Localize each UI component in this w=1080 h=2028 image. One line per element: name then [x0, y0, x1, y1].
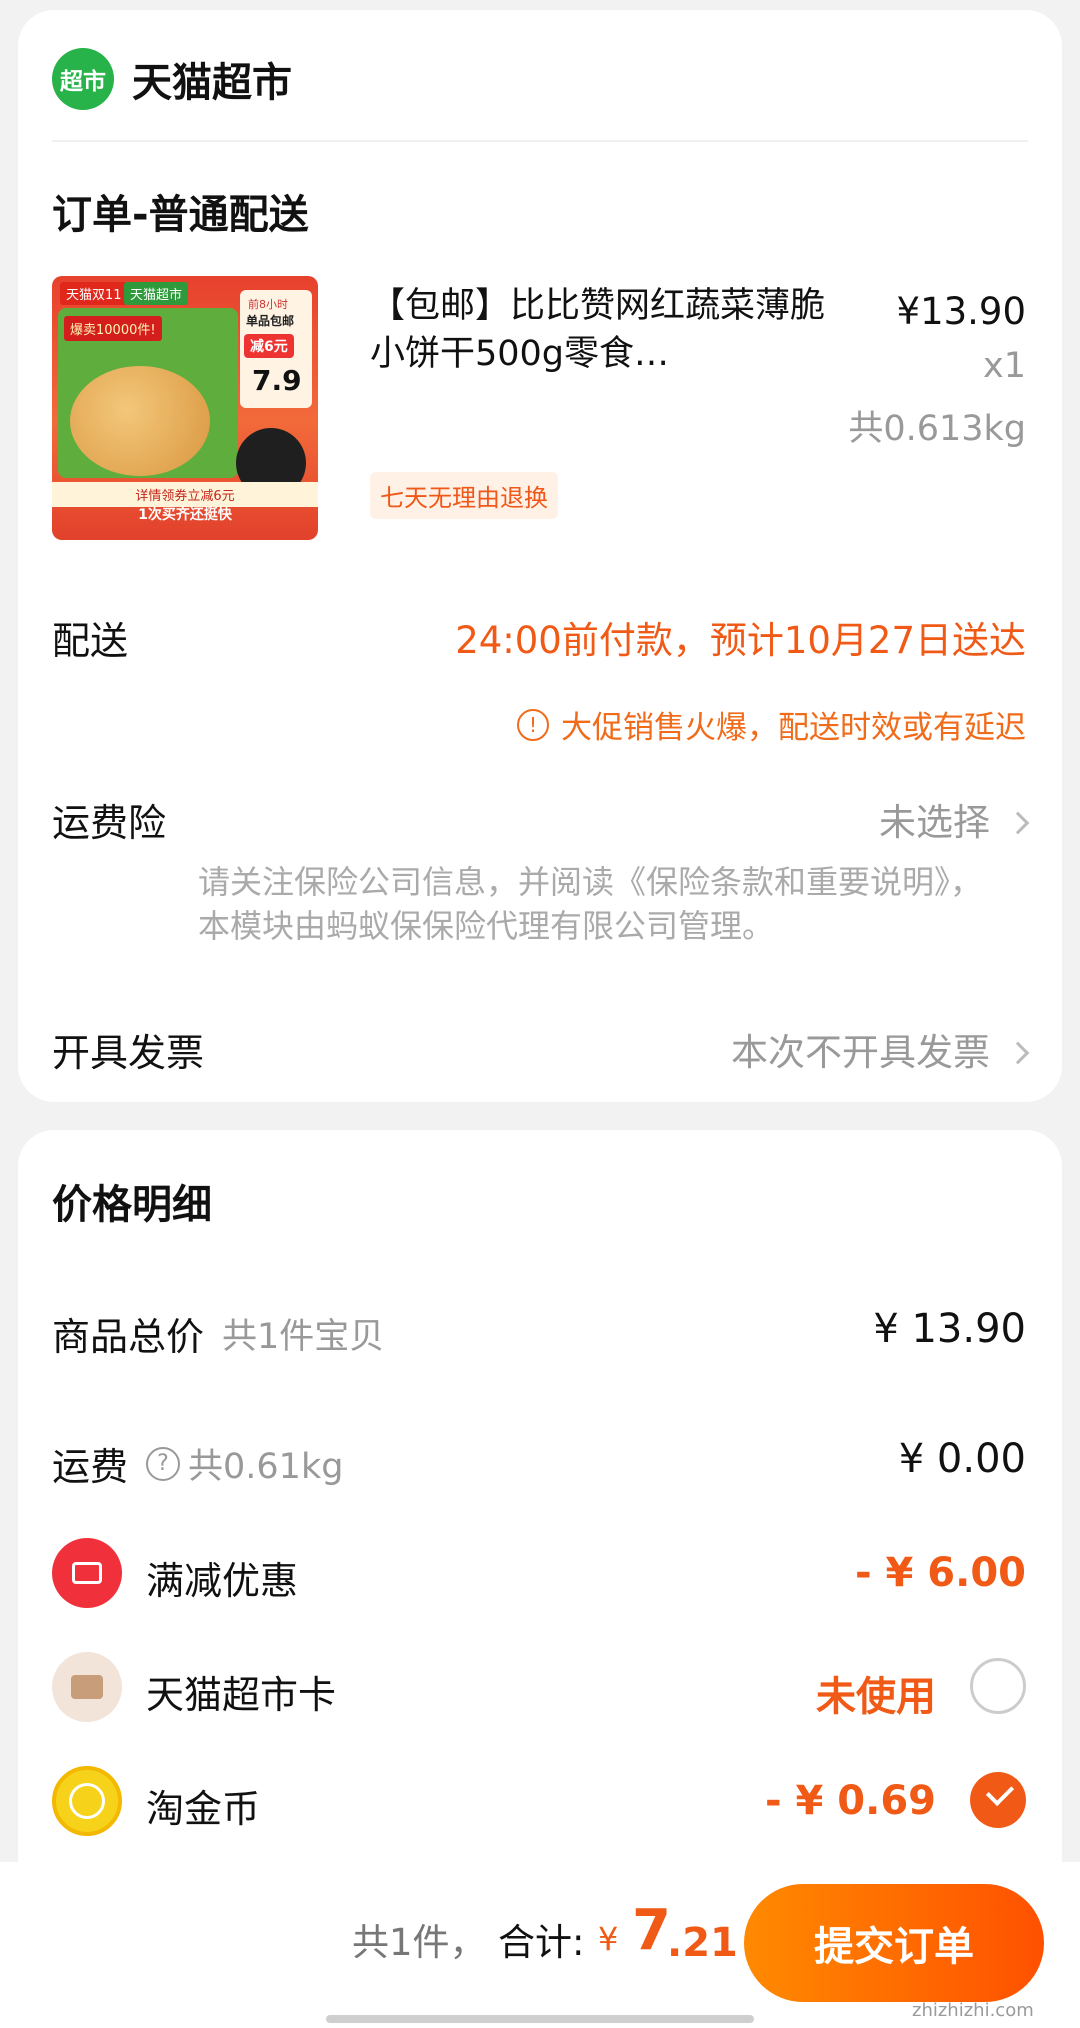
product-image[interactable]: 天猫双11 天猫超市 爆卖10000件! 前8小时 单品包邮 减6元 7.9 详…	[52, 276, 318, 540]
discount-value: - ¥ 6.00	[855, 1550, 1026, 1596]
goods-total-value: ¥ 13.90	[873, 1306, 1026, 1352]
image-tag: 天猫超市	[124, 282, 189, 305]
shipping-row: 运费 ? 共0.61kg	[52, 1436, 343, 1491]
chevron-right-icon	[1006, 811, 1030, 835]
goods-total-sub: 共1件宝贝	[222, 1317, 385, 1357]
card-radio[interactable]	[970, 1658, 1026, 1714]
chevron-right-icon	[1006, 1041, 1030, 1065]
divider	[52, 140, 1028, 142]
checkout-bar: 共1件， 合计: ¥ 7 .21 提交订单 zhizhizhi.com	[0, 1862, 1080, 2028]
card-icon	[52, 1652, 122, 1722]
shipping-value: ¥ 0.00	[898, 1436, 1026, 1482]
coins-label: 淘金币	[146, 1787, 261, 1831]
insurance-selector[interactable]: 未选择	[879, 792, 1030, 846]
delivery-warning-text: 大促销售火爆，配送时效或有延迟	[561, 710, 1026, 746]
coins-checkbox[interactable]	[970, 1772, 1026, 1828]
section-title: 订单-普通配送	[52, 192, 309, 238]
total-decimal: .21	[667, 1920, 738, 1966]
invoice-value: 本次不开具发票	[731, 1031, 990, 1074]
total-count: 共1件，	[352, 1921, 487, 1964]
delivery-value: 24:00前付款，预计10月27日送达	[455, 619, 1026, 662]
biscuits-illustration	[70, 366, 210, 476]
promo-text: 单品包邮	[246, 314, 295, 328]
total-currency: ¥	[598, 1920, 619, 1958]
shipping-sub: 共0.61kg	[188, 1447, 344, 1487]
home-indicator	[326, 2015, 754, 2023]
price-detail-title: 价格明细	[52, 1182, 212, 1228]
coin-icon	[52, 1766, 122, 1836]
watermark: zhizhizhi.com	[912, 2000, 1034, 2021]
store-logo: 超市	[52, 48, 114, 110]
invoice-selector[interactable]: 本次不开具发票	[731, 1022, 1030, 1076]
submit-order-button[interactable]: 提交订单	[744, 1884, 1044, 2002]
store-header[interactable]: 超市 天猫超市	[52, 48, 292, 110]
discount-label: 满减优惠	[146, 1559, 299, 1603]
invoice-label: 开具发票	[52, 1031, 205, 1075]
total-label: 合计:	[498, 1921, 585, 1964]
coins-value: - ¥ 0.69	[765, 1778, 936, 1824]
promo-text: 减6元	[244, 334, 294, 358]
product-quantity: x1	[983, 346, 1026, 386]
promo-price: 7.9	[252, 364, 302, 397]
goods-total-row: 商品总价 共1件宝贝	[52, 1306, 384, 1361]
return-policy-tag: 七天无理由退换	[370, 472, 558, 519]
image-tag: 天猫双11	[60, 282, 128, 305]
card-value: 未使用	[816, 1674, 936, 1720]
delivery-label: 配送	[52, 619, 129, 663]
coupon-icon	[52, 1538, 122, 1608]
warning-icon: !	[517, 708, 549, 741]
product-title[interactable]: 【包邮】比比赞网红蔬菜薄脆小饼干500g零食…	[370, 282, 830, 378]
shipping-label: 运费	[52, 1445, 129, 1489]
help-icon[interactable]: ?	[146, 1446, 181, 1481]
delivery-warning: ! 大促销售火爆，配送时效或有延迟	[517, 702, 1026, 747]
total-integer: 7	[632, 1898, 671, 1963]
insurance-note: 请关注保险公司信息，并阅读《保险条款和重要说明》，本模块由蚂蚁保保险代理有限公司…	[198, 863, 983, 945]
insurance-value: 未选择	[879, 801, 990, 844]
goods-total-label: 商品总价	[52, 1315, 205, 1359]
order-card: 超市 天猫超市 订单-普通配送 天猫双11 天猫超市 爆卖10000件! 前8小…	[18, 10, 1062, 1102]
store-name: 天猫超市	[132, 60, 292, 106]
image-hot-label: 爆卖10000件!	[64, 316, 162, 341]
product-weight: 共0.613kg	[848, 409, 1026, 449]
product-price: ¥13.90	[896, 290, 1026, 333]
image-bottom-text: 1次买齐还挺快	[138, 507, 232, 523]
promo-text: 前8小时	[248, 298, 288, 311]
insurance-label: 运费险	[52, 801, 167, 845]
card-label: 天猫超市卡	[146, 1673, 337, 1717]
